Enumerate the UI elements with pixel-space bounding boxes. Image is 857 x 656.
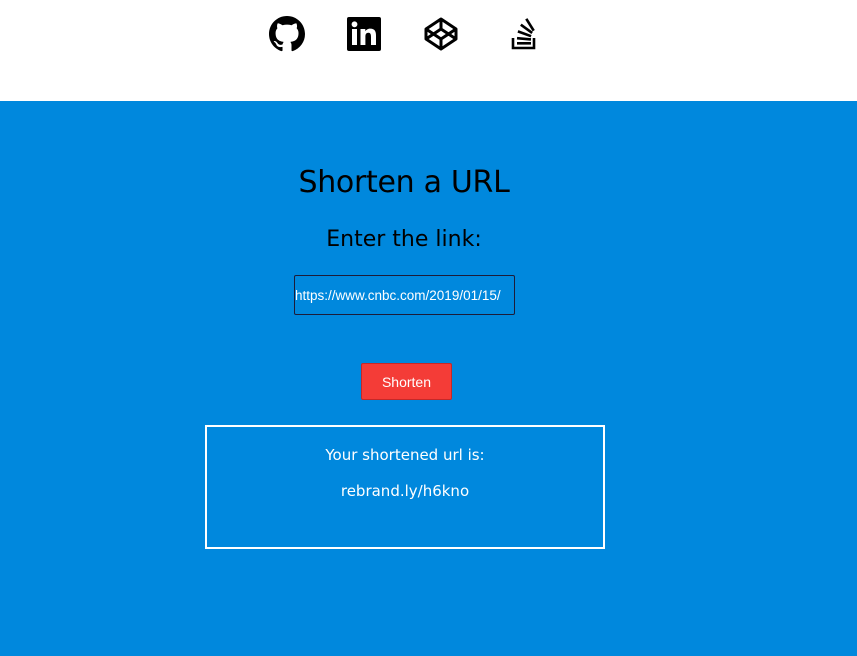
header-bar [0, 0, 857, 101]
github-icon [269, 16, 305, 52]
github-link[interactable] [269, 16, 305, 52]
stackoverflow-icon [511, 18, 536, 50]
linkedin-icon [347, 17, 381, 51]
url-input[interactable] [294, 275, 515, 315]
codepen-icon [424, 17, 458, 51]
result-box: Your shortened url is: rebrand.ly/h6kno [205, 425, 605, 549]
linkedin-link[interactable] [346, 16, 382, 52]
shortener-section: Shorten a URL Enter the link: Shorten Yo… [0, 101, 857, 656]
shorten-button[interactable]: Shorten [361, 363, 452, 400]
shortened-url[interactable]: rebrand.ly/h6kno [207, 482, 603, 500]
page-title: Shorten a URL [298, 165, 510, 200]
result-label: Your shortened url is: [325, 446, 485, 464]
link-prompt: Enter the link: [326, 227, 482, 252]
stackoverflow-link[interactable] [507, 16, 543, 52]
codepen-link[interactable] [423, 16, 459, 52]
